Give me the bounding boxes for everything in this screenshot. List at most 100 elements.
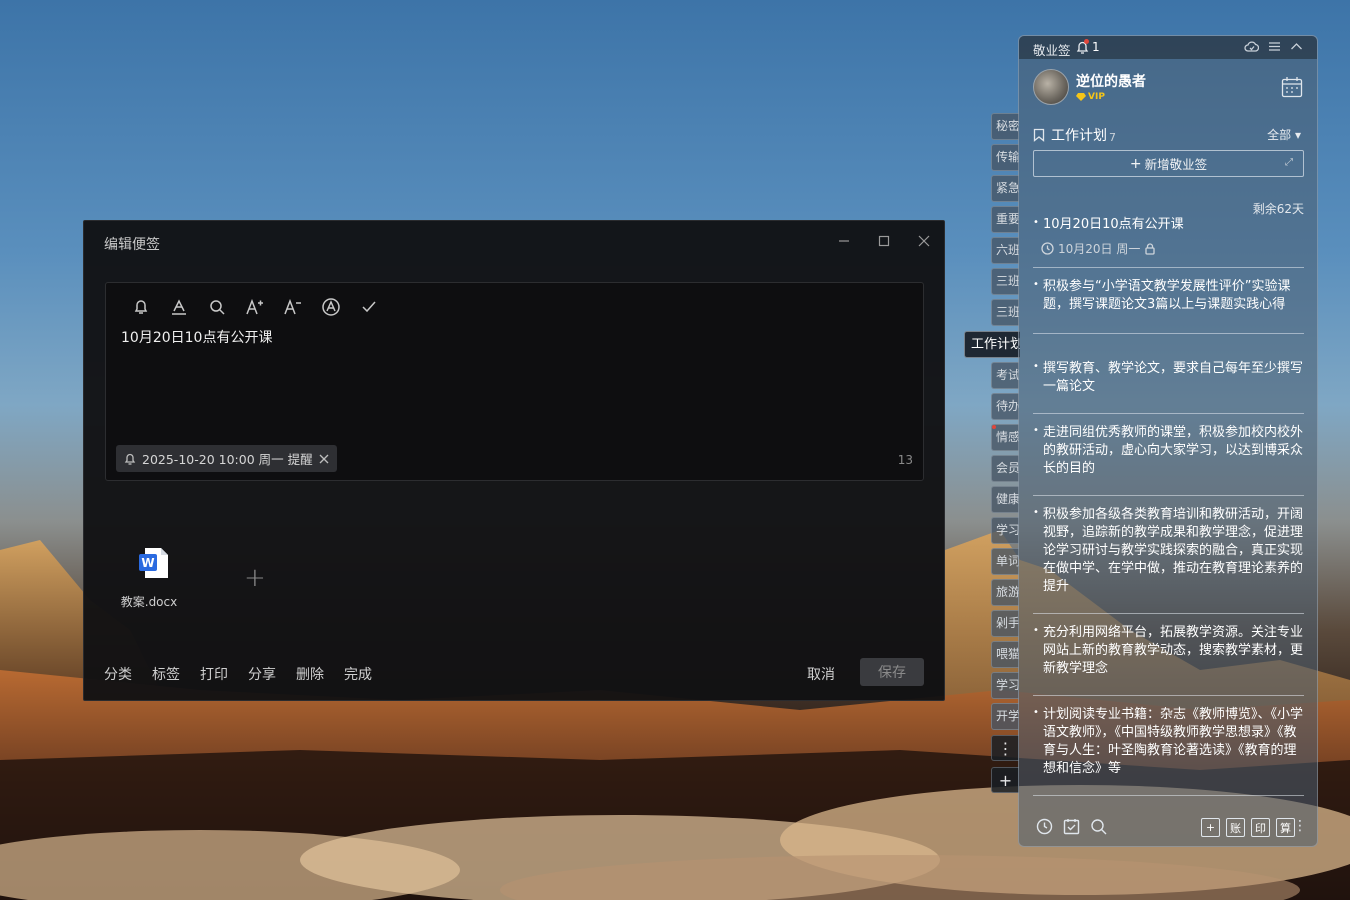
tab-work-plan[interactable]: 工作计划: [964, 331, 1020, 358]
cancel-button[interactable]: 取消: [807, 664, 835, 684]
search-icon[interactable]: [1090, 818, 1107, 835]
minimize-icon: [839, 240, 849, 242]
tab-class-three-b[interactable]: 三班: [991, 299, 1019, 326]
note-reminder: 10月20日 周一: [1033, 240, 1304, 257]
collapse-icon[interactable]: [1290, 40, 1303, 53]
task-check-icon[interactable]: [1063, 818, 1080, 835]
attachment-name: 教案.docx: [120, 595, 178, 609]
tab-class-three-a[interactable]: 三班: [991, 268, 1019, 295]
tab-feed-cat[interactable]: 喂猫: [991, 641, 1019, 668]
delete-button[interactable]: 删除: [296, 664, 324, 684]
check-icon[interactable]: [350, 295, 388, 319]
list-item[interactable]: 积极参加各级各类教育培训和教研活动，开阔视野，追踪新的教学成果和教学理念，促进理…: [1033, 506, 1304, 614]
list-item[interactable]: 积极参与“小学语文教学发展性评价”实验课题，撰写课题论文3篇以上与课题实践心得: [1033, 278, 1304, 334]
category-name: 工作计划: [1051, 128, 1107, 144]
unread-dot: [992, 425, 996, 429]
more-tabs-button[interactable]: ⋮: [991, 735, 1019, 761]
print-button[interactable]: 印: [1251, 818, 1270, 837]
font-increase-icon[interactable]: [236, 295, 274, 319]
close-button[interactable]: [914, 231, 934, 251]
menu-icon[interactable]: [1268, 40, 1281, 53]
add-attachment-button[interactable]: +: [244, 563, 266, 593]
tab-words[interactable]: 单词: [991, 548, 1019, 575]
tab-health[interactable]: 健康: [991, 486, 1019, 513]
new-note-label: 新增敬业签: [1144, 157, 1208, 172]
tab-class-six[interactable]: 六班: [991, 237, 1019, 264]
plus-icon: +: [1129, 155, 1142, 172]
tab-label: 情感: [996, 430, 1019, 444]
tab-secret[interactable]: 秘密: [991, 113, 1019, 140]
attachment-file[interactable]: W 教案.docx: [121, 547, 184, 610]
remove-reminder-icon[interactable]: [319, 454, 329, 464]
print-button[interactable]: 打印: [200, 664, 228, 684]
edit-note-window: 编辑便签 10月20日10点有公开课 2025-10-20 10:00 周一 提…: [83, 220, 945, 701]
lock-icon: [1145, 242, 1156, 255]
notification-count: 1: [1092, 40, 1100, 54]
avatar[interactable]: [1033, 69, 1069, 105]
maximize-button[interactable]: [874, 231, 894, 251]
cloud-sync-icon[interactable]: [1244, 40, 1259, 53]
reminder-chip[interactable]: 2025-10-20 10:00 周一 提醒: [116, 445, 337, 472]
note-text: 计划阅读专业书籍：杂志《教师博览》、《小学语文教师》，《中国特级教师教学思想录》…: [1033, 706, 1304, 778]
notification-button[interactable]: 1: [1076, 39, 1100, 54]
tab-transfer[interactable]: 传输: [991, 144, 1019, 171]
maximize-icon: [878, 235, 890, 247]
category-count: 7: [1109, 130, 1116, 144]
expand-icon[interactable]: ⤢: [1285, 157, 1293, 168]
note-text: 撰写教育、教学论文，要求自己每年至少撰写一篇论文: [1033, 360, 1304, 396]
minimize-button[interactable]: [834, 231, 854, 251]
format-toolbar: [122, 295, 388, 319]
bookmark-icon: [1033, 128, 1045, 142]
note-edit-area[interactable]: 10月20日10点有公开课 2025-10-20 10:00 周一 提醒 13: [105, 282, 924, 481]
calendar-icon: [1281, 77, 1303, 98]
note-content[interactable]: 10月20日10点有公开课: [121, 327, 272, 347]
tab-exam[interactable]: 考试: [991, 362, 1019, 389]
notification-dot: [1084, 39, 1089, 44]
tab-travel[interactable]: 旅游: [991, 579, 1019, 606]
char-count: 13: [897, 453, 913, 467]
clock-icon[interactable]: [1036, 818, 1053, 835]
editor-actions: 分类 标签 打印 分享 删除 完成: [104, 664, 372, 684]
add-tab-button[interactable]: +: [991, 767, 1019, 793]
username: 逆位的愚者: [1076, 74, 1146, 90]
complete-button[interactable]: 完成: [344, 664, 372, 684]
new-note-button[interactable]: + 新增敬业签 ⤢: [1033, 150, 1304, 177]
filter-dropdown[interactable]: 全部 ▾: [1267, 126, 1301, 143]
search-icon[interactable]: [198, 295, 236, 319]
tag-button[interactable]: 标签: [152, 664, 180, 684]
countdown-label: 剩余62天: [1252, 202, 1304, 216]
more-options-icon[interactable]: ⋮: [1293, 818, 1307, 834]
vip-label: VIP: [1088, 92, 1105, 102]
tab-study-b[interactable]: 学习: [991, 672, 1019, 699]
bell-icon[interactable]: [122, 295, 160, 319]
list-item[interactable]: 撰写教育、教学论文，要求自己每年至少撰写一篇论文: [1033, 360, 1304, 414]
font-decrease-icon[interactable]: [274, 295, 312, 319]
auto-format-icon[interactable]: [312, 295, 350, 319]
calendar-button[interactable]: [1281, 76, 1303, 102]
close-icon: [918, 235, 930, 247]
tab-important[interactable]: 重要: [991, 206, 1019, 233]
list-item[interactable]: 充分利用网络平台，拓展教学资源。关注专业网站上新的教育教学动态，搜索教学素材，更…: [1033, 624, 1304, 696]
editor-title: 编辑便签: [104, 237, 160, 253]
account-button[interactable]: 账: [1226, 818, 1245, 837]
tab-todo[interactable]: 待办: [991, 393, 1019, 420]
bell-icon: [124, 453, 136, 465]
list-item[interactable]: 走进同组优秀教师的课堂，积极参加校内校外的教研活动，虚心向大家学习，以达到博采众…: [1033, 424, 1304, 496]
add-box-button[interactable]: +: [1201, 818, 1220, 837]
share-button[interactable]: 分享: [248, 664, 276, 684]
tab-member[interactable]: 会员: [991, 455, 1019, 482]
svg-text:W: W: [141, 556, 154, 570]
tab-emotion[interactable]: 情感: [991, 424, 1019, 451]
save-button[interactable]: 保存: [860, 658, 924, 686]
list-item[interactable]: 计划阅读专业书籍：杂志《教师博览》、《小学语文教师》，《中国特级教师教学思想录》…: [1033, 706, 1304, 796]
tab-urgent[interactable]: 紧急: [991, 175, 1019, 202]
category-button[interactable]: 分类: [104, 664, 132, 684]
clock-icon: [1041, 242, 1054, 255]
tab-shopping[interactable]: 剁手: [991, 610, 1019, 637]
list-item[interactable]: 10月20日10点有公开课 10月20日 周一: [1033, 216, 1304, 268]
tab-study-a[interactable]: 学习: [991, 517, 1019, 544]
tab-school-start[interactable]: 开学: [991, 703, 1019, 730]
note-text: 走进同组优秀教师的课堂，积极参加校内校外的教研活动，虚心向大家学习，以达到博采众…: [1033, 424, 1304, 478]
note-text: 10月20日10点有公开课: [1033, 216, 1304, 234]
text-color-icon[interactable]: [160, 295, 198, 319]
